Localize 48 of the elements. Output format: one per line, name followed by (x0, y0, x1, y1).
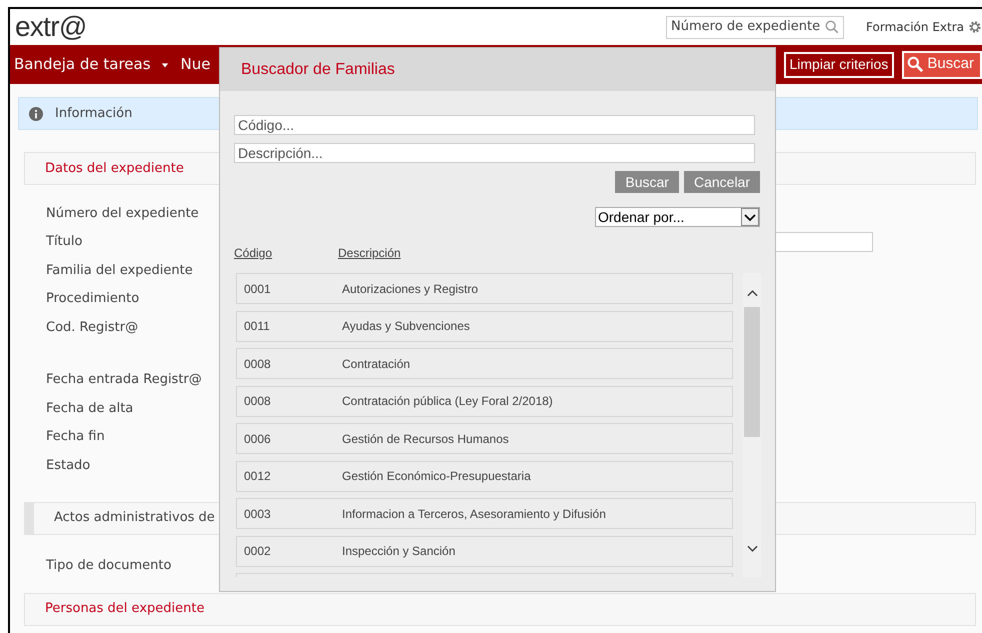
list-row[interactable]: 0001 Autorizaciones y Registro (236, 273, 733, 304)
field-label: Fecha fin (46, 428, 105, 446)
search-field[interactable]: Número de expediente (666, 16, 844, 38)
field-label: Fecha entrada Registr@ (46, 371, 202, 389)
field-label: Fecha de alta (46, 400, 134, 418)
field-label: Número del expediente (46, 204, 199, 222)
list-row[interactable]: 0008 Contratación pública (Ley Foral 2/2018) (236, 386, 733, 416)
dialog-button[interactable]: Cancelar (684, 171, 760, 193)
info-title: Información (55, 104, 132, 123)
field-label: Título (46, 233, 82, 251)
field-label: Cod. Registr@ (46, 318, 138, 336)
scrollbar-thumb[interactable] (744, 307, 760, 437)
field-label: Procedimiento (46, 290, 140, 308)
sort-dropdown[interactable]: Ordenar por... (595, 207, 760, 227)
section-header[interactable]: Personas del expediente (24, 592, 976, 626)
field-label: Estado (46, 456, 90, 474)
list-row[interactable]: 0002 Inspección y Sanción (236, 536, 733, 566)
list-row[interactable]: 0003 Informacion a Terceros, Asesoramiento y Difusión (236, 498, 733, 529)
search-icon (907, 56, 924, 73)
search-button[interactable]: Buscar (902, 50, 982, 78)
field-label: Familia del expediente (46, 262, 193, 280)
logo: extr@ (15, 13, 87, 41)
info-icon (29, 106, 43, 120)
search-icon (825, 20, 840, 34)
clear-button[interactable]: Limpiar criterios (784, 52, 894, 78)
list-row[interactable]: 0011 Ayudas y Subvenciones (236, 310, 733, 342)
column-header[interactable]: Descripción (338, 244, 401, 262)
section-title: Datos del expediente (45, 160, 184, 178)
list-row[interactable]: 0008 Contratación (236, 348, 733, 379)
column-header[interactable]: Código (234, 244, 338, 262)
nav-menu[interactable]: Bandeja de tareas (14, 53, 169, 76)
section-title: Actos administrativos de (54, 509, 215, 528)
list-row[interactable]: 0006 Gestión de Recursos Humanos (236, 423, 733, 454)
list-row[interactable]: 0012 Gestión Económico-Presupuestaria (236, 460, 733, 492)
code-field[interactable]: Código... (234, 115, 755, 135)
chevron-down-icon (746, 545, 758, 553)
description-field[interactable]: Descripción... (234, 143, 755, 163)
dialog-title: Buscador de Familias (241, 60, 395, 80)
gear-icon (968, 20, 982, 34)
section-title: Personas del expediente (45, 600, 204, 618)
caret-icon (160, 60, 169, 68)
user-name[interactable]: Formación Extra (866, 18, 964, 36)
scrollbar[interactable] (743, 273, 761, 577)
field-label: Tipo de documento (46, 556, 172, 575)
chevron-up-icon (746, 289, 758, 297)
nav-menu[interactable]: Nue (180, 53, 210, 76)
dialog-button[interactable]: Buscar (615, 171, 679, 193)
chevron-down-icon (741, 208, 759, 226)
